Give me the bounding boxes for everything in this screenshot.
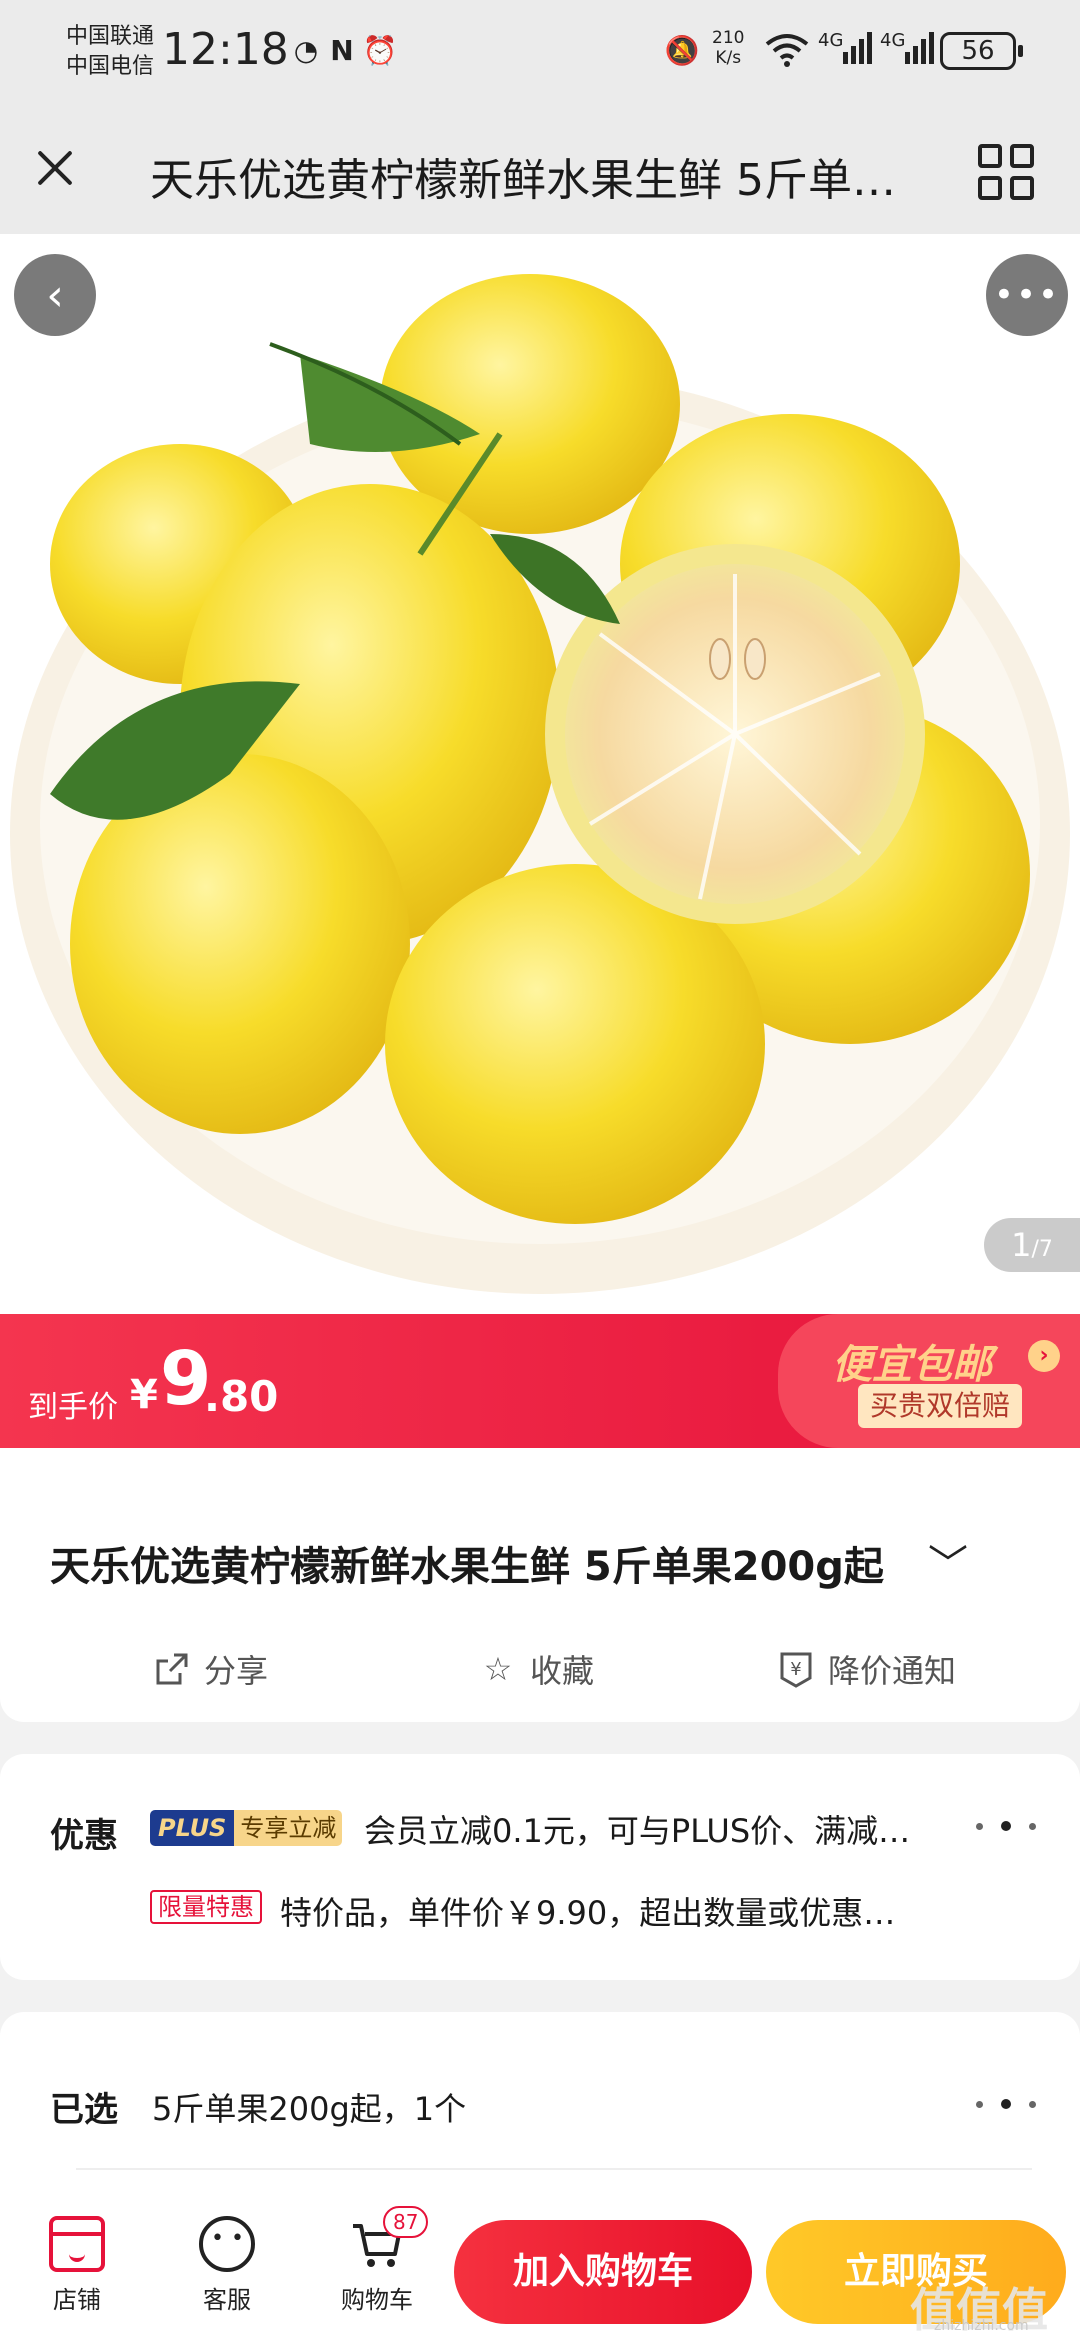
network-type-1: 4G <box>818 30 844 51</box>
lemon-photo <box>10 274 1070 1294</box>
cart-icon: 87 <box>349 2206 429 2272</box>
plus-badge-logo: PLUS <box>150 1810 235 1846</box>
limited-offer-text: 特价品，单件价￥9.90，超出数量或优惠… <box>280 1894 896 1932</box>
plus-promo-text: 会员立减0.1元，可与PLUS价、满减… <box>364 1812 911 1850</box>
net-speed-unit: K/s <box>715 48 742 68</box>
speed-gauge-icon: ◔ <box>293 33 319 67</box>
share-button[interactable]: 分享 <box>152 1646 268 1692</box>
chevron-right-icon[interactable]: › <box>1028 1340 1060 1372</box>
cart-button[interactable]: 87 购物车 <box>322 2206 432 2315</box>
more-icon[interactable]: ••• <box>986 254 1068 336</box>
price-guarantee-badge: 买贵双倍赔 <box>858 1384 1023 1428</box>
price-alert-icon: ¥ <box>776 1649 816 1689</box>
page-header: 天乐优选黄柠檬新鲜水果生鲜 5斤单… <box>0 110 1080 234</box>
gallery-page-indicator: 1/7 <box>984 1218 1080 1272</box>
mute-bell-icon: 🔕 <box>664 33 700 67</box>
favorite-button[interactable]: ☆ 收藏 <box>478 1646 594 1692</box>
more-dots-icon[interactable] <box>976 1806 1036 1846</box>
chat-icon <box>199 2216 255 2272</box>
signal-2-icon: 4G <box>880 30 936 70</box>
signal-1-icon: 4G <box>818 30 874 70</box>
shop-icon <box>49 2216 105 2272</box>
nfc-icon: N <box>330 33 354 67</box>
share-label: 分享 <box>204 1652 269 1690</box>
status-time: 12:18 <box>162 24 289 75</box>
divider <box>76 2168 1032 2170</box>
product-title[interactable]: 天乐优选黄柠檬新鲜水果生鲜 5斤单果200g起 <box>50 1534 884 1592</box>
back-icon[interactable]: ‹ <box>14 254 96 336</box>
carrier-info: 中国联通 中国电信 <box>66 22 154 82</box>
customer-service-button[interactable]: 客服 <box>172 2216 282 2315</box>
product-title-card: 天乐优选黄柠檬新鲜水果生鲜 5斤单果200g起 ﹀ 分享 ☆ 收藏 ¥ 降价通知 <box>0 1448 1080 1722</box>
promotions-card[interactable]: 优惠 PLUS 专享立减 会员立减0.1元，可与PLUS价、满减… 限量特惠 特… <box>0 1754 1080 1980</box>
plus-badge: PLUS 专享立减 <box>150 1810 343 1846</box>
selection-label: 已选 <box>50 2090 118 2130</box>
selection-card[interactable]: 已选 5斤单果200g起，1个 <box>0 2012 1080 2232</box>
net-speed-value: 210 <box>712 28 745 48</box>
price-banner: 到手价 ¥ 9 .80 便宜包邮 › 买贵双倍赔 <box>0 1314 1080 1448</box>
cart-count-badge: 87 <box>383 2206 429 2238</box>
selection-value: 5斤单果200g起，1个 <box>152 2090 467 2128</box>
grid-menu-icon[interactable] <box>978 144 1034 200</box>
net-speed: 210 K/s <box>712 28 744 68</box>
carrier-2: 中国电信 <box>66 54 155 79</box>
cart-label: 购物车 <box>341 2286 413 2314</box>
price-label: 到手价 <box>28 1390 118 1425</box>
price-currency: ¥ <box>130 1372 158 1418</box>
product-image-gallery[interactable]: ‹ ••• 1/7 <box>0 234 1080 1314</box>
service-label: 客服 <box>203 2286 251 2314</box>
wifi-icon <box>762 30 812 70</box>
shop-button[interactable]: 店铺 <box>22 2216 132 2315</box>
status-bar: 中国联通 中国电信 12:18 ◔ N ⏰ 🔕 210 K/s 4G 4G 56 <box>0 0 1080 110</box>
carrier-1: 中国联通 <box>66 24 155 49</box>
page-title: 天乐优选黄柠檬新鲜水果生鲜 5斤单… <box>150 155 896 206</box>
price-alert-button[interactable]: ¥ 降价通知 <box>776 1646 956 1692</box>
star-icon: ☆ <box>483 1650 513 1688</box>
limited-offer-badge: 限量特惠 <box>150 1890 262 1924</box>
free-shipping-promo[interactable]: 便宜包邮 <box>832 1332 992 1390</box>
network-type-2: 4G <box>880 30 906 51</box>
svg-text:¥: ¥ <box>790 1659 801 1680</box>
add-to-cart-button[interactable]: 加入购物车 <box>454 2220 752 2324</box>
gallery-current: 1 <box>1011 1226 1032 1264</box>
close-icon[interactable] <box>26 138 86 198</box>
more-dots-icon[interactable] <box>976 2084 1036 2124</box>
battery-indicator: 56 <box>940 32 1023 70</box>
site-watermark-url: zhizhizhi.com <box>934 2318 1029 2334</box>
promotions-label: 优惠 <box>50 1816 118 1856</box>
chevron-down-icon[interactable]: ﹀ <box>928 1532 968 1590</box>
shop-label: 店铺 <box>53 2286 101 2314</box>
price-decimal: .80 <box>204 1372 279 1421</box>
alarm-icon: ⏰ <box>362 33 398 67</box>
plus-badge-tag: 专享立减 <box>234 1810 343 1846</box>
price-alert-label: 降价通知 <box>828 1652 957 1690</box>
gallery-total: /7 <box>1031 1237 1053 1262</box>
share-icon <box>152 1649 192 1689</box>
favorite-label: 收藏 <box>530 1652 595 1690</box>
